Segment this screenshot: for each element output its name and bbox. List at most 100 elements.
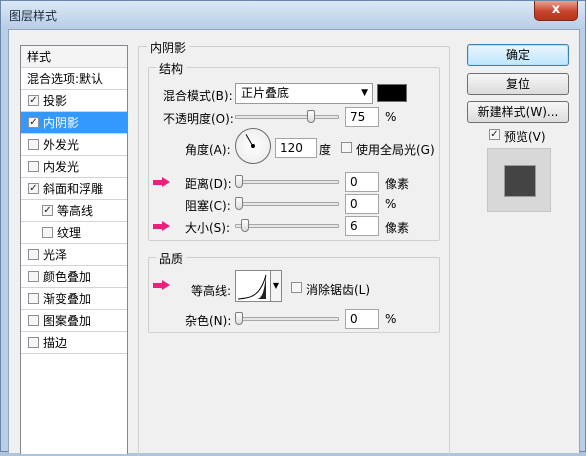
new-style-button[interactable]: 新建样式(W)... [467, 101, 569, 123]
highlight-arrow [153, 221, 171, 231]
global-light-label[interactable]: 使用全局光(G) [356, 141, 435, 158]
size-slider-track[interactable] [235, 224, 339, 228]
style-item-label: 光泽 [43, 248, 68, 262]
style-list-header: 样式 [21, 46, 127, 68]
angle-dial-center [251, 144, 255, 148]
style-item-label: 颜色叠加 [43, 270, 92, 284]
bevel-emboss-checkbox[interactable] [28, 183, 39, 194]
style-item-label: 投影 [43, 94, 68, 108]
style-item-label: 等高线 [57, 204, 94, 218]
highlight-arrow-head [162, 221, 170, 231]
chevron-down-icon: ▼ [361, 88, 368, 98]
structure-title: 结构 [156, 60, 187, 77]
style-item-bevel-emboss[interactable]: 斜面和浮雕 [21, 178, 127, 200]
style-item-label: 斜面和浮雕 [43, 182, 104, 196]
style-item-satin[interactable]: 光泽 [21, 244, 127, 266]
noise-input[interactable]: 0 [345, 309, 379, 329]
style-item-stroke[interactable]: 描边 [21, 332, 127, 354]
texture-checkbox[interactable] [42, 227, 53, 238]
opacity-label: 不透明度(O): [163, 112, 234, 126]
style-item-pattern-overlay[interactable]: 图案叠加 [21, 310, 127, 332]
choke-input[interactable]: 0 [345, 194, 379, 214]
style-list-blend-options[interactable]: 混合选项:默认 [21, 68, 127, 90]
style-item-drop-shadow[interactable]: 投影 [21, 90, 127, 112]
contour-curve-icon [237, 274, 267, 300]
preview-label[interactable]: 预览(V) [504, 128, 546, 145]
style-item-label: 内发光 [43, 160, 80, 174]
size-slider-handle[interactable] [241, 219, 249, 232]
opacity-slider-track[interactable] [235, 115, 339, 119]
window-title: 图层样式 [9, 9, 58, 23]
style-item-label: 内阴影 [43, 116, 80, 130]
antialias-checkbox[interactable] [291, 282, 302, 293]
contour-label: 等高线: [191, 284, 232, 298]
distance-slider-handle[interactable] [235, 175, 243, 188]
style-item-label: 描边 [43, 336, 68, 350]
dialog-client-area: 样式 混合选项:默认 投影 内阴影 外发光 内发光 斜面和浮雕 [8, 29, 580, 456]
drop-shadow-checkbox[interactable] [28, 95, 39, 106]
gradient-overlay-checkbox[interactable] [28, 293, 39, 304]
noise-unit: % [385, 312, 397, 326]
angle-unit: 度 [319, 143, 332, 157]
noise-slider-handle[interactable] [235, 312, 243, 325]
contour-checkbox[interactable] [42, 205, 53, 216]
choke-slider-track[interactable] [235, 202, 339, 206]
opacity-slider-handle[interactable] [307, 110, 315, 123]
color-overlay-checkbox[interactable] [28, 271, 39, 282]
chevron-down-icon: ▼ [272, 281, 280, 290]
distance-unit: 像素 [385, 177, 410, 191]
style-list: 样式 混合选项:默认 投影 内阴影 外发光 内发光 斜面和浮雕 [20, 45, 128, 454]
close-icon: x [551, 2, 561, 17]
noise-slider-track[interactable] [235, 317, 339, 321]
highlight-arrow-head [162, 280, 170, 290]
highlight-arrow-head [162, 177, 170, 187]
size-input[interactable]: 6 [345, 216, 379, 236]
style-item-label: 渐变叠加 [43, 292, 92, 306]
choke-label: 阻塞(C): [185, 199, 231, 213]
stroke-checkbox[interactable] [28, 337, 39, 348]
choke-unit: % [385, 197, 397, 211]
size-unit: 像素 [385, 221, 410, 235]
title-bar[interactable]: 图层样式 x [1, 1, 585, 29]
blend-mode-select[interactable]: 正片叠底 ▼ [235, 83, 373, 104]
highlight-arrow [153, 177, 171, 187]
contour-preview[interactable] [235, 270, 271, 302]
style-item-contour[interactable]: 等高线 [21, 200, 127, 222]
style-item-gradient-overlay[interactable]: 渐变叠加 [21, 288, 127, 310]
satin-checkbox[interactable] [28, 249, 39, 260]
angle-input[interactable]: 120 [275, 138, 317, 158]
choke-slider-handle[interactable] [235, 197, 243, 210]
shadow-color-swatch[interactable] [377, 84, 407, 102]
pattern-overlay-checkbox[interactable] [28, 315, 39, 326]
outer-glow-checkbox[interactable] [28, 139, 39, 150]
blend-mode-value: 正片叠底 [241, 86, 290, 100]
reset-button[interactable]: 复位 [467, 73, 569, 95]
quality-title: 品质 [156, 250, 187, 267]
size-label: 大小(S): [185, 221, 231, 235]
close-button[interactable]: x [534, 1, 578, 21]
style-item-outer-glow[interactable]: 外发光 [21, 134, 127, 156]
style-item-color-overlay[interactable]: 颜色叠加 [21, 266, 127, 288]
antialias-label[interactable]: 消除锯齿(L) [306, 281, 370, 298]
noise-label: 杂色(N): [185, 314, 232, 328]
inner-shadow-title: 内阴影 [147, 39, 190, 56]
style-item-label: 纹理 [57, 226, 82, 240]
global-light-checkbox[interactable] [341, 142, 352, 153]
angle-dial[interactable] [235, 128, 271, 164]
highlight-arrow [153, 280, 171, 290]
contour-dropdown[interactable]: ▼ [271, 270, 282, 302]
inner-shadow-checkbox[interactable] [28, 117, 39, 128]
opacity-input[interactable]: 75 [345, 107, 379, 127]
style-preview [487, 148, 551, 212]
style-item-label: 外发光 [43, 138, 80, 152]
style-item-texture[interactable]: 纹理 [21, 222, 127, 244]
distance-input[interactable]: 0 [345, 172, 379, 192]
ok-button[interactable]: 确定 [467, 44, 569, 66]
preview-checkbox[interactable] [489, 129, 500, 140]
inner-glow-checkbox[interactable] [28, 161, 39, 172]
layer-style-dialog: 图层样式 x 样式 混合选项:默认 投影 内阴影 外发光 内发光 [0, 0, 586, 456]
style-item-inner-shadow[interactable]: 内阴影 [21, 112, 127, 134]
style-item-inner-glow[interactable]: 内发光 [21, 156, 127, 178]
style-preview-square [504, 165, 536, 197]
distance-slider-track[interactable] [235, 180, 339, 184]
